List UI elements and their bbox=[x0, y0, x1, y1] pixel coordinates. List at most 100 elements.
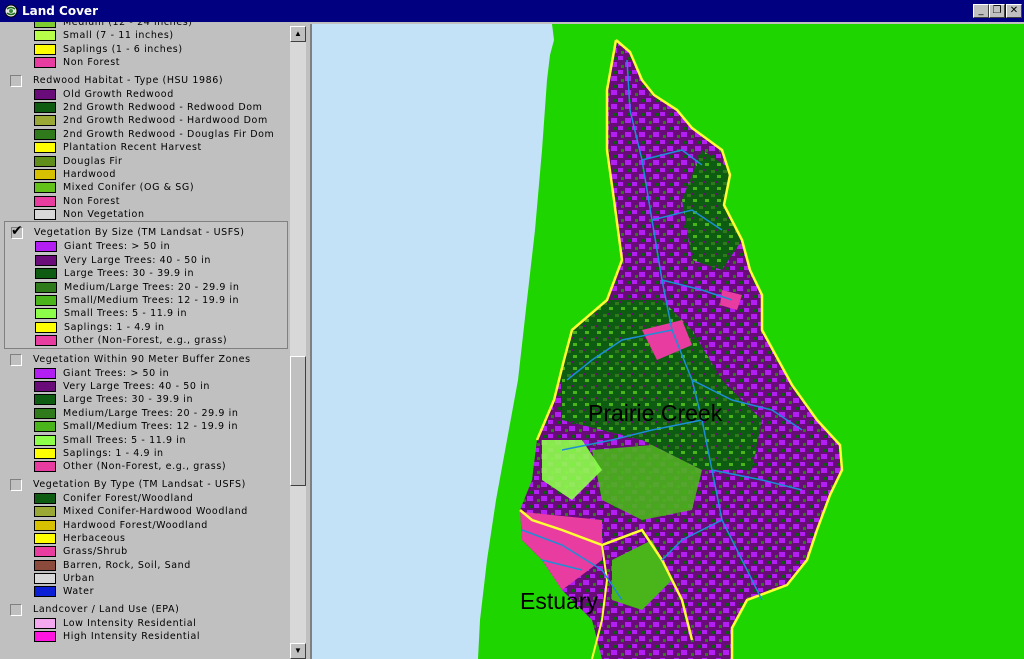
checkmark-icon: ✔ bbox=[11, 223, 24, 240]
legend-swatch bbox=[34, 57, 56, 69]
legend-swatch bbox=[34, 155, 56, 167]
legend-item: Large Trees: 30 - 39.9 in bbox=[4, 393, 288, 406]
legend-item-label: Medium (12 - 24 inches) bbox=[63, 22, 193, 28]
legend-swatch bbox=[34, 30, 56, 42]
legend-group-header[interactable]: ✔ Vegetation By Size (TM Landsat - USFS) bbox=[5, 223, 287, 240]
legend-swatch bbox=[34, 182, 56, 194]
legend-item-label: Very Large Trees: 40 - 50 in bbox=[64, 254, 211, 266]
legend-item-label: Mixed Conifer-Hardwood Woodland bbox=[63, 506, 248, 518]
legend-group: Vegetation Within 90 Meter Buffer Zones G… bbox=[4, 353, 288, 474]
legend-swatch bbox=[34, 22, 56, 28]
legend-swatch bbox=[35, 295, 57, 307]
legend-list: Medium (12 - 24 inches) Small (7 - 11 inc… bbox=[4, 22, 288, 644]
legend-item-label: Grass/Shrub bbox=[63, 546, 128, 558]
legend-item: Saplings: 1 - 4.9 in bbox=[4, 447, 288, 460]
legend-item: Urban bbox=[4, 572, 288, 585]
legend-item-label: Large Trees: 30 - 39.9 in bbox=[63, 394, 194, 406]
close-button[interactable]: ✕ bbox=[1006, 4, 1022, 18]
legend-item: High Intensity Residential bbox=[4, 630, 288, 643]
legend-item: Small/Medium Trees: 12 - 19.9 in bbox=[5, 294, 287, 307]
legend-item: 2nd Growth Redwood - Douglas Fir Dom bbox=[4, 128, 288, 141]
layer-visibility-checkbox[interactable] bbox=[10, 478, 22, 491]
legend-swatch bbox=[34, 168, 56, 180]
legend-item-label: Plantation Recent Harvest bbox=[63, 142, 202, 154]
scroll-thumb[interactable] bbox=[290, 356, 306, 486]
legend-group-header[interactable]: Landcover / Land Use (EPA) bbox=[4, 603, 288, 617]
legend-swatch bbox=[34, 586, 56, 598]
legend-swatch bbox=[34, 519, 56, 531]
legend-item: Old Growth Redwood bbox=[4, 88, 288, 101]
legend-group-header[interactable]: Redwood Habitat - Type (HSU 1986) bbox=[4, 74, 288, 88]
map-view[interactable]: Prairie Creek Estuary bbox=[310, 24, 1024, 659]
legend-group: Landcover / Land Use (EPA) Low Intensity … bbox=[4, 603, 288, 644]
legend-item: Conifer Forest/Woodland bbox=[4, 492, 288, 505]
restore-icon: ❐ bbox=[992, 5, 1002, 16]
layer-visibility-checkbox[interactable]: ✔ bbox=[11, 223, 23, 240]
legend-group: ✔ Vegetation By Size (TM Landsat - USFS) G… bbox=[4, 221, 288, 349]
legend-item: 2nd Growth Redwood - Hardwood Dom bbox=[4, 114, 288, 127]
legend-swatch bbox=[34, 101, 56, 113]
legend-scrollbar[interactable]: ▲ ▼ bbox=[290, 26, 306, 659]
legend-swatch bbox=[34, 447, 56, 459]
legend-item: Giant Trees: > 50 in bbox=[4, 367, 288, 380]
legend-swatch bbox=[34, 43, 56, 55]
legend-item-label: Medium/Large Trees: 20 - 29.9 in bbox=[63, 407, 239, 419]
legend-swatch bbox=[34, 421, 56, 433]
legend-item-label: Small (7 - 11 inches) bbox=[63, 30, 174, 42]
legend-item: Non Forest bbox=[4, 195, 288, 208]
legend-item: Hardwood Forest/Woodland bbox=[4, 519, 288, 532]
restore-button[interactable]: ❐ bbox=[989, 4, 1005, 18]
legend-item-label: Conifer Forest/Woodland bbox=[63, 492, 194, 504]
legend-group-title: Vegetation By Type (TM Landsat - USFS) bbox=[33, 478, 246, 490]
ocean-area bbox=[312, 24, 554, 659]
legend-item: Very Large Trees: 40 - 50 in bbox=[4, 380, 288, 393]
legend-item-label: Small Trees: 5 - 11.9 in bbox=[64, 308, 188, 320]
minimize-button[interactable]: _ bbox=[973, 4, 989, 18]
legend-item-label: Saplings: 1 - 4.9 in bbox=[63, 447, 164, 459]
prairie-creek-label: Prairie Creek bbox=[588, 400, 723, 426]
legend-item-label: Large Trees: 30 - 39.9 in bbox=[64, 268, 195, 280]
legend-item: Plantation Recent Harvest bbox=[4, 141, 288, 154]
legend-group-header[interactable]: Vegetation Within 90 Meter Buffer Zones bbox=[4, 353, 288, 367]
legend-item: Large Trees: 30 - 39.9 in bbox=[5, 267, 287, 280]
legend-swatch bbox=[34, 209, 56, 221]
layer-visibility-checkbox[interactable] bbox=[10, 603, 22, 616]
legend-swatch bbox=[35, 308, 57, 320]
legend-swatch bbox=[34, 407, 56, 419]
legend-group-header[interactable]: Vegetation By Type (TM Landsat - USFS) bbox=[4, 478, 288, 492]
legend-swatch bbox=[34, 434, 56, 446]
legend-item-label: Saplings: 1 - 4.9 in bbox=[64, 321, 165, 333]
legend-swatch bbox=[35, 268, 57, 280]
legend-swatch bbox=[34, 128, 56, 140]
legend-item: Low Intensity Residential bbox=[4, 617, 288, 630]
scroll-up-button[interactable]: ▲ bbox=[290, 26, 306, 42]
scroll-down-button[interactable]: ▼ bbox=[290, 643, 306, 659]
legend-swatch bbox=[34, 559, 56, 571]
legend-item-label: Mixed Conifer (OG & SG) bbox=[63, 182, 195, 194]
legend-item: Mixed Conifer (OG & SG) bbox=[4, 181, 288, 194]
legend-swatch bbox=[34, 394, 56, 406]
legend-item: Non Vegetation bbox=[4, 208, 288, 221]
layer-visibility-checkbox[interactable] bbox=[10, 353, 22, 366]
app-globe-icon bbox=[4, 4, 18, 18]
legend-swatch bbox=[35, 254, 57, 266]
legend-item-label: Other (Non-Forest, e.g., grass) bbox=[63, 461, 227, 473]
legend-item: Giant Trees: > 50 in bbox=[5, 240, 287, 253]
legend-swatch bbox=[34, 88, 56, 100]
legend-item-label: Other (Non-Forest, e.g., grass) bbox=[64, 335, 228, 347]
legend-item-label: 2nd Growth Redwood - Redwood Dom bbox=[63, 101, 263, 113]
legend-item: Medium/Large Trees: 20 - 29.9 in bbox=[5, 281, 287, 294]
legend-group-title: Vegetation Within 90 Meter Buffer Zones bbox=[33, 353, 251, 365]
legend-item-label: Small Trees: 5 - 11.9 in bbox=[63, 434, 187, 446]
legend-item-label: Low Intensity Residential bbox=[63, 617, 197, 629]
legend-swatch bbox=[34, 573, 56, 585]
legend-item: Small (7 - 11 inches) bbox=[4, 29, 288, 42]
map-canvas bbox=[312, 24, 844, 659]
legend-group: Vegetation By Type (TM Landsat - USFS) Co… bbox=[4, 478, 288, 599]
legend-item: 2nd Growth Redwood - Redwood Dom bbox=[4, 101, 288, 114]
legend-item: Small Trees: 5 - 11.9 in bbox=[5, 307, 287, 320]
legend-item-label: Very Large Trees: 40 - 50 in bbox=[63, 380, 210, 392]
layer-visibility-checkbox[interactable] bbox=[10, 74, 22, 87]
legend-item: Barren, Rock, Soil, Sand bbox=[4, 559, 288, 572]
legend-item-label: Hardwood bbox=[63, 168, 116, 180]
